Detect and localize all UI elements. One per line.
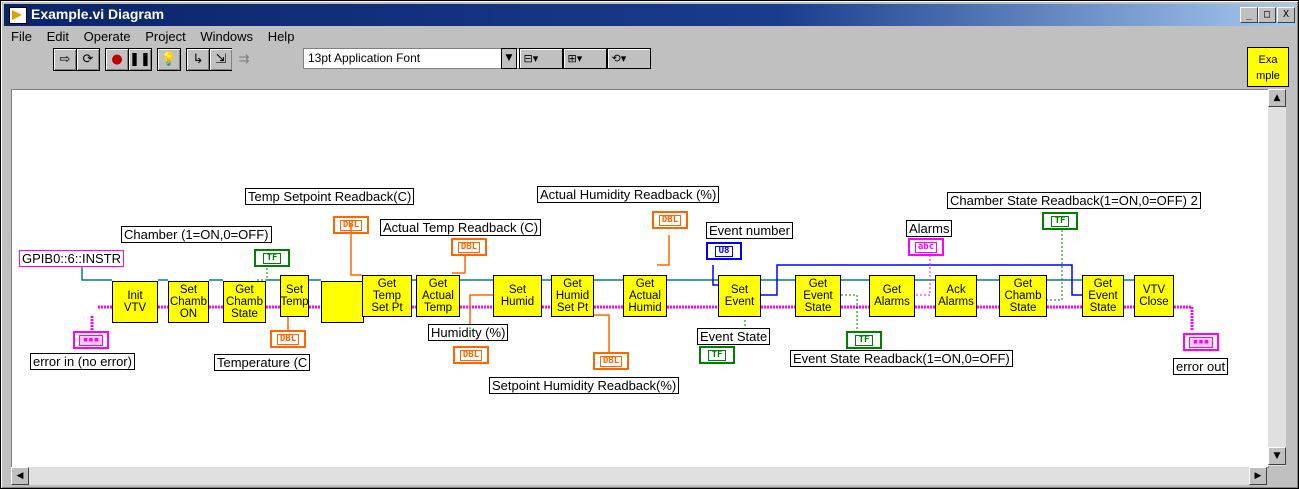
step-into-icon[interactable]: ⇲ [209,48,233,71]
close-button[interactable]: X [1277,7,1295,23]
humidity-label[interactable]: Humidity (%) [428,324,509,341]
get-temp-set-pt-node[interactable]: Get Temp Set Pt [362,275,412,317]
scroll-right-icon[interactable]: ▶ [1249,467,1267,485]
event-state-readback-terminal[interactable]: TF [846,331,882,349]
horizontal-scrollbar[interactable]: ◀ ▶ [11,467,1267,485]
get-event-state-node[interactable]: Get Event State [795,275,841,317]
event-state-label[interactable]: Event State [697,328,771,345]
get-actual-humid-node[interactable]: Get Actual Humid [623,275,667,317]
bool-wire [841,294,858,333]
get-actual-temp-node[interactable]: Get Actual Temp [416,275,460,317]
event-state-terminal[interactable]: TF [699,346,735,364]
error-out-label[interactable]: error out [1173,358,1229,375]
setpoint-humidity-label[interactable]: Setpoint Humidity Readback(%) [489,377,680,394]
menu-edit[interactable]: Edit [47,29,69,44]
step-over-icon: ⇉ [232,48,256,71]
actual-humidity-label[interactable]: Actual Humidity Readback (%) [537,186,720,203]
dbl-wire [452,255,466,274]
vi-connector-icon[interactable]: Exa mple [1247,47,1289,87]
chamber-terminal[interactable]: TF [254,249,290,267]
menu-bar: File Edit Operate Project Windows Help [11,29,305,47]
menu-operate[interactable]: Operate [84,29,131,44]
maximize-button[interactable]: □ [1258,7,1276,23]
menu-file[interactable]: File [11,29,32,44]
distribute-objects-button[interactable]: ⊞▾ [563,48,607,69]
set-temp-node[interactable]: Set Temp [280,275,309,317]
menu-project[interactable]: Project [145,29,185,44]
title-bar[interactable]: Example.vi Diagram _ □ X [4,4,1295,26]
scroll-left-icon[interactable]: ◀ [11,467,29,485]
get-humid-set-pt-node[interactable]: Get Humid Set Pt [551,275,594,317]
pause-icon[interactable]: ❚❚ [128,48,152,71]
chamber-state-readback-terminal[interactable]: TF [1042,212,1078,230]
string-wire [915,255,931,296]
alarms-label[interactable]: Alarms [906,220,953,237]
get-event-state-2-node[interactable]: Get Event State [1082,275,1124,317]
error-in-terminal[interactable]: ▪▪▪ [73,331,109,349]
ack-alarms-node[interactable]: Ack Alarms [935,275,977,317]
set-chamb-on-node[interactable]: Set Chamb ON [168,281,209,323]
setpoint-humidity-terminal[interactable]: DBL [593,352,629,370]
scroll-up-icon[interactable]: ▲ [1268,89,1286,107]
dbl-wire [657,235,670,266]
window-title: Example.vi Diagram [31,6,165,22]
vi-icon-line1: Exa [1258,54,1278,66]
error-in-label[interactable]: error in (no error) [30,353,135,370]
event-number-terminal[interactable]: U8 [706,242,742,260]
menu-help[interactable]: Help [268,29,295,44]
chamber-state-readback-label[interactable]: Chamber State Readback(1=ON,0=OFF) 2 [947,192,1201,209]
init-vtv-node[interactable]: Init VTV [112,281,158,323]
actual-temp-terminal[interactable]: DBL [451,238,487,256]
spacer-node [321,281,364,323]
temp-setpoint-terminal[interactable]: DBL [333,216,369,234]
vtv-close-node[interactable]: VTV Close [1134,275,1174,317]
run-arrow-icon[interactable]: ⇨ [53,48,77,71]
labview-vi-icon [9,7,27,24]
temp-setpoint-label[interactable]: Temp Setpoint Readback(C) [245,188,415,205]
humidity-terminal[interactable]: DBL [453,346,489,364]
temperature-label[interactable]: Temperature (C [214,354,311,371]
run-continuously-icon[interactable]: ⟳ [76,48,100,71]
event-number-label[interactable]: Event number [706,222,793,239]
error-out-terminal[interactable]: ▪▪▪ [1183,333,1219,351]
gpib-constant[interactable]: GPIB0::6::INSTR [19,250,124,267]
temperature-terminal[interactable]: DBL [270,330,306,348]
diagram-window: Example.vi Diagram _ □ X File Edit Opera… [0,0,1299,489]
alarms-terminal[interactable]: abc [908,238,944,256]
vertical-scrollbar[interactable]: ▲ ▼ [1268,89,1286,466]
font-select[interactable]: 13pt Application Font [303,48,534,69]
scroll-down-icon[interactable]: ▼ [1268,447,1286,465]
align-objects-button[interactable]: ⊟▾ [519,48,563,69]
actual-humidity-terminal[interactable]: DBL [652,211,688,229]
chamber-label[interactable]: Chamber (1=ON,0=OFF) [121,226,272,243]
get-chamb-state-2-node[interactable]: Get Chamb State [999,275,1047,317]
event-state-readback-label[interactable]: Event State Readback(1=ON,0=OFF) [790,350,1013,367]
minimize-button[interactable]: _ [1240,7,1258,23]
get-alarms-node[interactable]: Get Alarms [869,275,915,317]
error-wire [1174,305,1194,330]
menu-windows[interactable]: Windows [200,29,253,44]
block-diagram[interactable]: Init VTV Set Chamb ON Get Chamb State Se… [11,89,1269,468]
chevron-down-icon[interactable]: ▼ [501,48,517,69]
abort-icon[interactable]: ● [105,48,129,71]
reorder-button[interactable]: ⟲▾ [607,48,651,69]
vi-icon-line2: mple [1256,70,1280,82]
actual-temp-label[interactable]: Actual Temp Readback (C) [380,219,542,236]
set-event-node[interactable]: Set Event [718,275,761,317]
dbl-wire [594,314,610,353]
get-chamb-state-node[interactable]: Get Chamb State [223,281,266,323]
set-humid-node[interactable]: Set Humid [493,275,542,317]
highlight-execution-icon[interactable]: 💡 [157,48,181,71]
bool-wire [257,268,268,281]
retain-wire-values-icon[interactable]: ↳ [186,48,210,71]
